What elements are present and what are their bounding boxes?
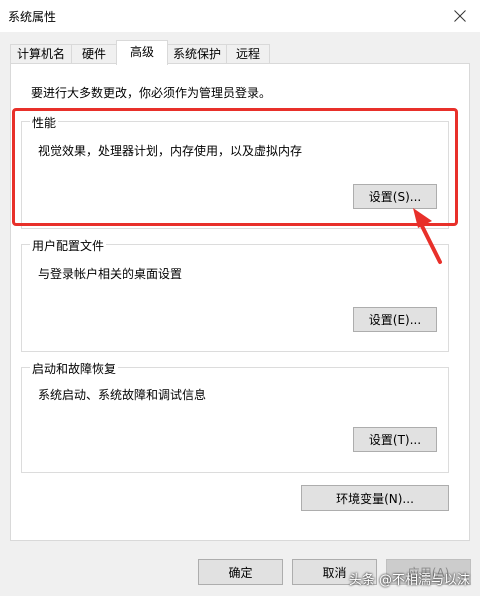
- tab-computer-name[interactable]: 计算机名: [10, 44, 72, 64]
- title-bar: 系统属性: [0, 0, 480, 32]
- user-profiles-description: 与登录帐户相关的桌面设置: [38, 267, 183, 281]
- dialog-footer: 确定 取消 应用(A) 头条 @不相濡与以沫: [0, 541, 480, 596]
- startup-recovery-group-title: 启动和故障恢复: [30, 360, 119, 377]
- close-button[interactable]: [440, 0, 480, 32]
- performance-description: 视觉效果，处理器计划，内存使用，以及虚拟内存: [38, 144, 303, 158]
- system-properties-window: 系统属性 计算机名 硬件 高级 系统保护 远程 要进行大多数更改，你必须作为管理…: [0, 0, 480, 596]
- admin-notice: 要进行大多数更改，你必须作为管理员登录。: [31, 86, 272, 100]
- user-profiles-group-title: 用户配置文件: [30, 237, 107, 254]
- ok-button[interactable]: 确定: [198, 559, 283, 585]
- watermark-text: 头条 @不相濡与以沫: [348, 573, 470, 588]
- user-profiles-group: 用户配置文件 与登录帐户相关的桌面设置 设置(E)...: [21, 237, 449, 352]
- advanced-tab-panel: 要进行大多数更改，你必须作为管理员登录。 性能 视觉效果，处理器计划，内存使用，…: [10, 63, 470, 541]
- startup-recovery-description: 系统启动、系统故障和调试信息: [38, 388, 207, 402]
- startup-recovery-settings-button[interactable]: 设置(T)...: [353, 427, 437, 452]
- performance-group-title: 性能: [30, 114, 59, 131]
- window-title: 系统属性: [8, 10, 57, 24]
- tab-remote[interactable]: 远程: [226, 44, 270, 64]
- startup-recovery-group: 启动和故障恢复 系统启动、系统故障和调试信息 设置(T)...: [21, 360, 449, 473]
- tab-advanced[interactable]: 高级: [116, 40, 168, 65]
- tab-hardware[interactable]: 硬件: [71, 44, 117, 64]
- performance-settings-button[interactable]: 设置(S)...: [353, 184, 437, 209]
- tab-system-protection[interactable]: 系统保护: [167, 44, 227, 64]
- performance-group: 性能 视觉效果，处理器计划，内存使用，以及虚拟内存 设置(S)...: [21, 114, 449, 229]
- user-profiles-settings-button[interactable]: 设置(E)...: [353, 307, 437, 332]
- environment-variables-button[interactable]: 环境变量(N)...: [301, 485, 449, 511]
- close-icon: [454, 10, 466, 22]
